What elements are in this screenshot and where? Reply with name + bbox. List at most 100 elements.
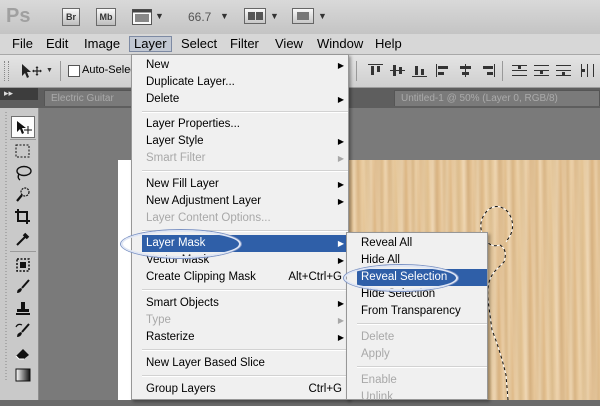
submenu-item-apply: Apply bbox=[361, 348, 390, 360]
submenu-item-hide-all[interactable]: Hide All bbox=[357, 252, 487, 269]
menu-view[interactable]: View bbox=[271, 36, 307, 52]
brush-tool[interactable] bbox=[11, 276, 35, 298]
menu-help[interactable]: Help bbox=[371, 36, 406, 52]
film-strip-icon bbox=[132, 9, 152, 25]
submenu-item-from-transparency[interactable]: From Transparency bbox=[357, 303, 487, 320]
menu-file[interactable]: File bbox=[8, 36, 37, 52]
gradient-tool[interactable] bbox=[11, 364, 35, 386]
menu-item-vector-mask[interactable]: Vector Mask ▶ bbox=[142, 252, 348, 269]
minibridge-button[interactable]: Mb bbox=[96, 8, 116, 26]
submenu-arrow-icon: ▶ bbox=[337, 61, 344, 70]
menu-item-new-layer-based-slice[interactable]: New Layer Based Slice bbox=[142, 355, 348, 372]
menu-item-type: Type ▶ bbox=[142, 312, 348, 329]
submenu-item-delete: Delete bbox=[361, 331, 395, 343]
align-horizontal-center-icon[interactable] bbox=[458, 64, 473, 77]
layer-menu: New ▶ Duplicate Layer... Delete ▶ Layer Pr… bbox=[131, 54, 349, 400]
menu-item-create-clipping-mask[interactable]: Create Clipping Mask Alt+Ctrl+G bbox=[142, 269, 348, 286]
distribute-vertical-center-icon[interactable] bbox=[534, 64, 549, 77]
align-bottom-icon[interactable] bbox=[412, 64, 427, 77]
spot-healing-tool[interactable] bbox=[11, 254, 35, 276]
align-right-icon[interactable] bbox=[480, 64, 495, 77]
bandage-icon bbox=[16, 258, 30, 272]
view-extras-button[interactable]: ▼ bbox=[132, 8, 164, 26]
menu-item-layer-mask[interactable]: Layer Mask ▶ bbox=[142, 235, 348, 252]
clone-stamp-tool[interactable] bbox=[11, 298, 35, 320]
submenu-item-hide-selection[interactable]: Hide Selection bbox=[357, 286, 487, 303]
chevron-down-icon: ▼ bbox=[270, 11, 279, 21]
zoom-level[interactable]: 66.7 bbox=[188, 10, 211, 24]
distribute-bottom-icon[interactable] bbox=[556, 64, 571, 77]
panel-grip[interactable] bbox=[4, 112, 8, 382]
eraser-icon bbox=[15, 349, 29, 360]
submenu-arrow-icon: ▶ bbox=[337, 299, 344, 308]
chevron-down-icon[interactable]: ▼ bbox=[220, 11, 229, 21]
menu-item-duplicate-layer[interactable]: Duplicate Layer... bbox=[142, 74, 348, 91]
chevron-down-icon: ▼ bbox=[155, 11, 164, 21]
distribute-left-icon[interactable] bbox=[580, 64, 595, 77]
menu-item-new[interactable]: New ▶ bbox=[142, 57, 348, 74]
history-brush-tool[interactable] bbox=[11, 320, 35, 342]
photoshop-logo: Ps bbox=[6, 5, 31, 27]
submenu-item-enable: Enable bbox=[361, 374, 397, 386]
align-top-icon[interactable] bbox=[368, 64, 383, 77]
screen-mode-icon bbox=[292, 8, 314, 24]
menu-item-new-fill-layer[interactable]: New Fill Layer ▶ bbox=[142, 176, 348, 193]
auto-select-checkbox[interactable] bbox=[68, 65, 80, 77]
document-tab-right[interactable]: Untitled-1 @ 50% (Layer 0, RGB/8) bbox=[394, 90, 600, 106]
menu-select[interactable]: Select bbox=[177, 36, 221, 52]
menu-item-new-adjustment-layer[interactable]: New Adjustment Layer ▶ bbox=[142, 193, 348, 210]
options-separator bbox=[356, 61, 357, 81]
submenu-item-reveal-all[interactable]: Reveal All bbox=[357, 235, 487, 252]
grid-icon bbox=[244, 8, 266, 24]
double-chevron-icon: ▸▸ bbox=[4, 88, 14, 98]
menu-filter[interactable]: Filter bbox=[226, 36, 263, 52]
submenu-arrow-icon: ▶ bbox=[337, 154, 344, 163]
eraser-tool[interactable] bbox=[11, 342, 35, 364]
menu-item-layer-properties[interactable]: Layer Properties... bbox=[142, 116, 348, 133]
chevron-down-icon: ▼ bbox=[318, 11, 327, 21]
screen-mode-button[interactable]: ▼ bbox=[292, 0, 328, 34]
align-left-icon[interactable] bbox=[436, 64, 451, 77]
marquee-icon bbox=[15, 144, 30, 158]
menu-item-layer-style[interactable]: Layer Style ▶ bbox=[142, 133, 348, 150]
submenu-arrow-icon: ▶ bbox=[337, 197, 344, 206]
chevron-down-icon: ▼ bbox=[46, 67, 53, 74]
move-tool[interactable] bbox=[11, 116, 35, 138]
history-brush-icon bbox=[15, 323, 30, 337]
options-bar-grip[interactable] bbox=[4, 61, 9, 81]
lasso-icon bbox=[16, 165, 32, 181]
submenu-item-reveal-selection[interactable]: Reveal Selection bbox=[357, 269, 487, 286]
quick-selection-tool[interactable] bbox=[11, 184, 35, 206]
menu-item-layer-content-options: Layer Content Options... bbox=[146, 212, 271, 224]
menu-item-smart-objects[interactable]: Smart Objects ▶ bbox=[142, 295, 348, 312]
lasso-tool[interactable] bbox=[11, 162, 35, 184]
align-vertical-center-icon[interactable] bbox=[390, 64, 405, 77]
stamp-icon bbox=[16, 302, 30, 315]
bridge-button[interactable]: Br bbox=[62, 8, 80, 26]
crop-tool[interactable] bbox=[11, 206, 35, 228]
layer-mask-submenu: Reveal All Hide All Reveal Selection Hid… bbox=[346, 232, 488, 403]
menu-layer[interactable]: Layer bbox=[129, 36, 172, 52]
arrange-documents-button[interactable]: ▼ bbox=[244, 0, 280, 34]
document-tab-left[interactable]: Electric Guitar bbox=[44, 90, 132, 106]
submenu-arrow-icon: ▶ bbox=[337, 180, 344, 189]
brush-icon bbox=[17, 279, 30, 293]
eyedropper-tool[interactable] bbox=[11, 228, 35, 250]
application-bar: Ps Br Mb ▼ 66.7 ▼ ▼ ▼ bbox=[0, 0, 600, 35]
distribute-top-icon[interactable] bbox=[512, 64, 527, 77]
auto-select-label: Auto-Selec bbox=[82, 64, 136, 76]
tool-preset-picker[interactable]: ▼ bbox=[20, 61, 54, 81]
menu-window[interactable]: Window bbox=[313, 36, 367, 52]
menu-item-delete[interactable]: Delete ▶ bbox=[142, 91, 348, 108]
submenu-arrow-icon: ▶ bbox=[337, 256, 344, 265]
menu-image[interactable]: Image bbox=[80, 36, 124, 52]
menu-item-rasterize[interactable]: Rasterize ▶ bbox=[142, 329, 348, 346]
tools-panel bbox=[0, 108, 39, 400]
marquee-tool[interactable] bbox=[11, 140, 35, 162]
collapse-panels-button[interactable]: ▸▸ bbox=[0, 88, 38, 100]
menu-item-group-layers[interactable]: Group Layers Ctrl+G bbox=[142, 381, 348, 398]
menu-edit[interactable]: Edit bbox=[42, 36, 72, 52]
submenu-arrow-icon: ▶ bbox=[337, 239, 344, 248]
submenu-arrow-icon: ▶ bbox=[337, 333, 344, 342]
quick-selection-icon bbox=[16, 187, 30, 202]
